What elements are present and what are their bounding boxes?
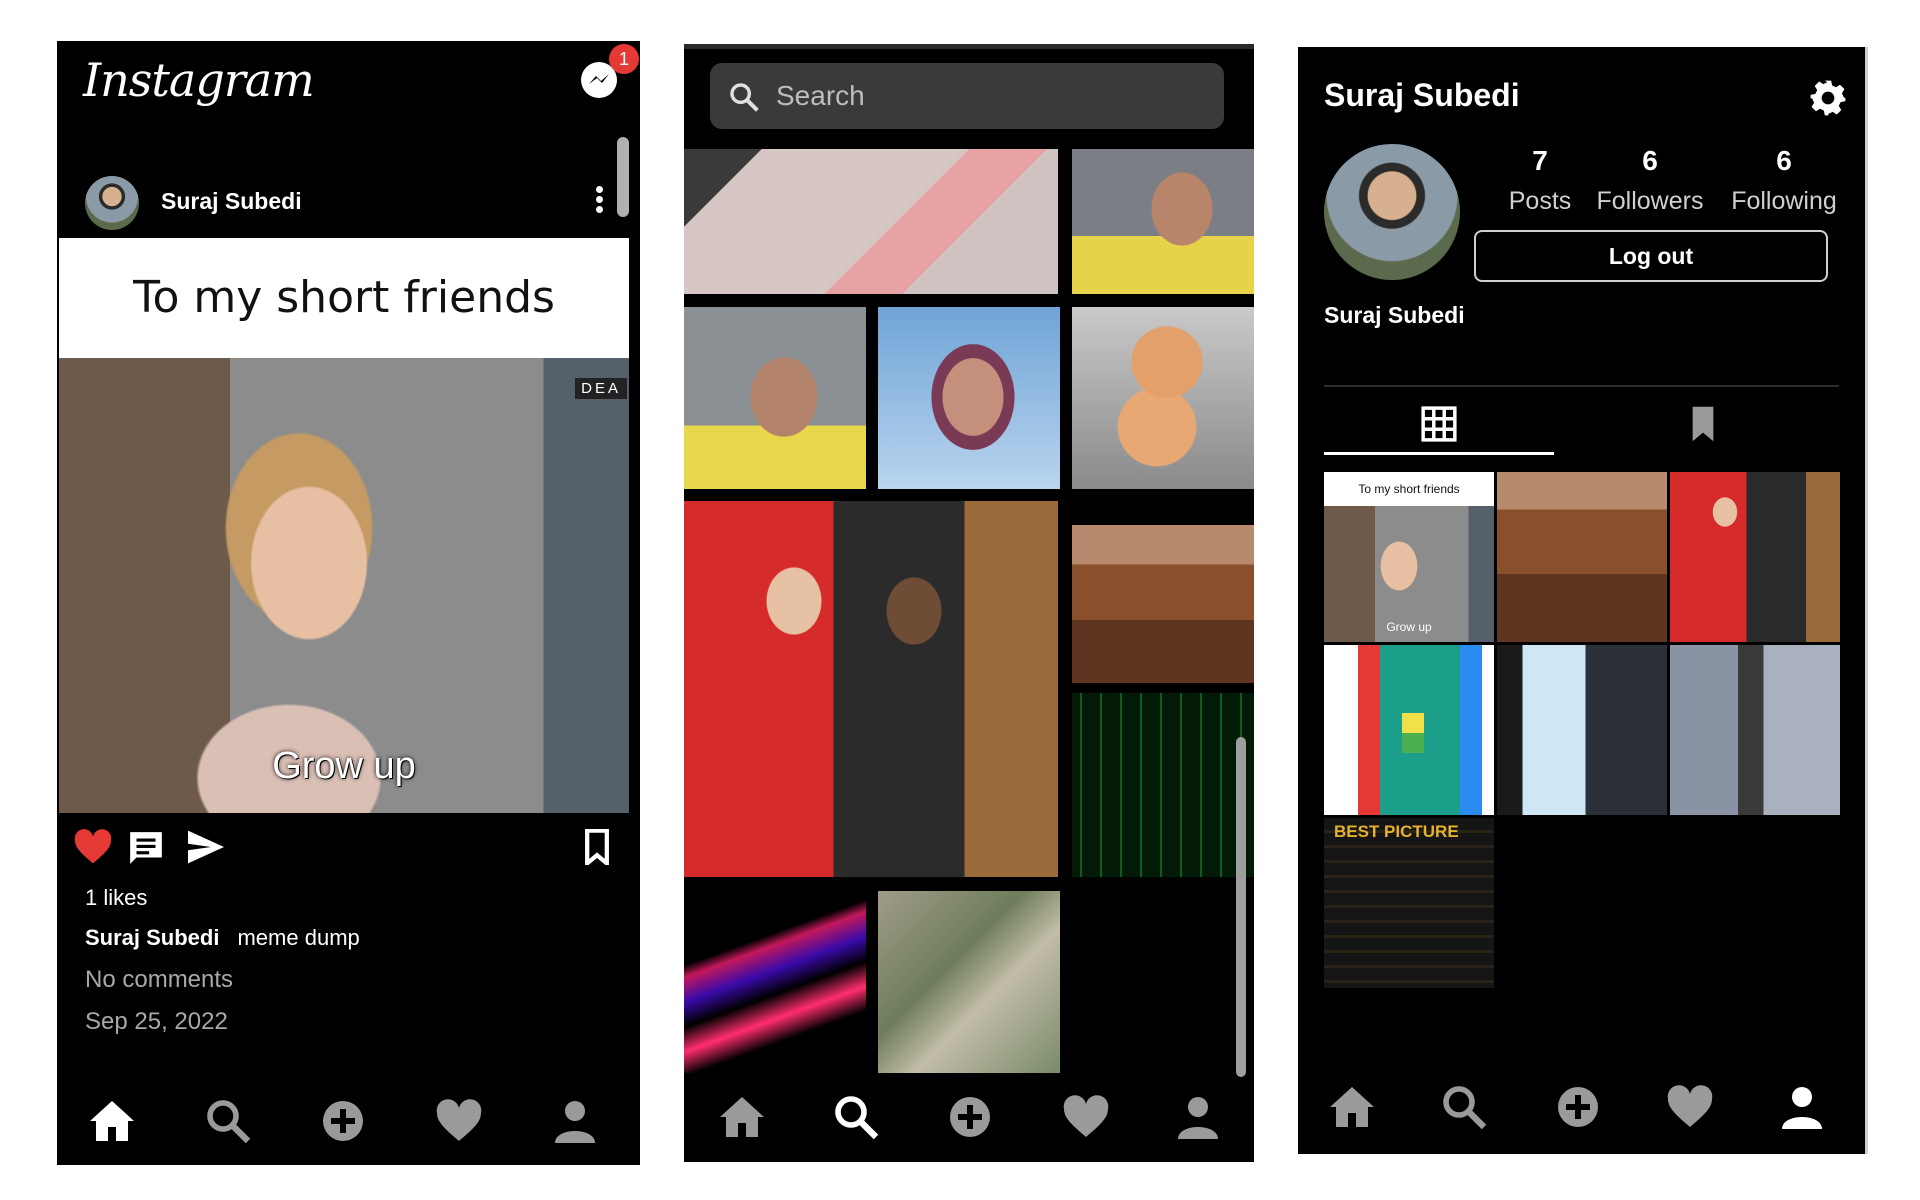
profile-icon[interactable] xyxy=(1174,1093,1222,1141)
logout-button[interactable]: Log out xyxy=(1474,230,1828,282)
profile-post-3[interactable] xyxy=(1670,472,1840,642)
profile-icon[interactable] xyxy=(1778,1083,1826,1131)
bottom-nav xyxy=(684,1085,1254,1145)
explore-tile-1[interactable] xyxy=(684,149,1058,294)
thumb-best-picture: BEST PICTURE xyxy=(1334,822,1459,841)
bookmark-icon xyxy=(1692,406,1714,442)
profile-post-7[interactable]: BEST PICTURE xyxy=(1324,818,1494,988)
feed-screen: Instagram 1 Suraj Subedi To my short fri… xyxy=(57,41,640,1165)
explore-tile-2[interactable] xyxy=(1072,149,1254,294)
search-icon[interactable] xyxy=(832,1093,880,1141)
more-options-icon[interactable] xyxy=(593,183,605,219)
caption-text: meme dump xyxy=(237,925,360,950)
scrollbar[interactable] xyxy=(1236,737,1246,1077)
stat-value: 6 xyxy=(1642,145,1658,176)
add-icon[interactable] xyxy=(319,1097,367,1145)
bottom-nav xyxy=(57,1089,640,1149)
tab-posts-grid[interactable] xyxy=(1324,397,1554,455)
heart-icon[interactable] xyxy=(1666,1083,1714,1131)
image-caption: Grow up xyxy=(272,745,416,787)
divider xyxy=(1324,385,1839,387)
instagram-logo[interactable]: Instagram xyxy=(83,53,315,107)
home-icon[interactable] xyxy=(1328,1083,1376,1131)
image-watermark: DEA xyxy=(575,378,627,399)
add-icon[interactable] xyxy=(946,1093,994,1141)
post-header: Suraj Subedi xyxy=(57,166,632,236)
stat-value: 7 xyxy=(1532,145,1548,176)
post-date: Sep 25, 2022 xyxy=(85,1008,228,1035)
search-icon[interactable] xyxy=(1440,1083,1488,1131)
share-icon[interactable] xyxy=(185,829,227,865)
stat-posts[interactable]: 7 Posts xyxy=(1480,145,1600,216)
profile-post-2[interactable] xyxy=(1497,472,1667,642)
post-actions xyxy=(57,823,632,873)
profile-username: Suraj Subedi xyxy=(1324,77,1520,113)
profile-post-5[interactable] xyxy=(1497,645,1667,815)
explore-tile-8[interactable] xyxy=(1072,693,1254,877)
search-icon[interactable] xyxy=(204,1097,252,1145)
profile-post-4[interactable] xyxy=(1324,645,1494,815)
profile-avatar[interactable] xyxy=(1324,144,1460,280)
profile-post-1[interactable]: To my short friends Grow up xyxy=(1324,472,1494,642)
avatar[interactable] xyxy=(85,176,139,230)
caption-author[interactable]: Suraj Subedi xyxy=(85,925,219,950)
comment-icon[interactable] xyxy=(127,829,165,867)
explore-tile-5[interactable] xyxy=(1072,307,1254,489)
explore-tile-9[interactable] xyxy=(684,891,866,1073)
stat-label: Following xyxy=(1731,187,1837,215)
thumb-image-text: Grow up xyxy=(1386,620,1432,634)
explore-tile-10[interactable] xyxy=(878,891,1060,1073)
explore-tile-7[interactable] xyxy=(1072,525,1254,683)
heart-icon[interactable] xyxy=(1062,1093,1110,1141)
search-input[interactable] xyxy=(776,75,1196,117)
grid-icon xyxy=(1421,406,1457,442)
notification-badge: 1 xyxy=(609,44,639,74)
stat-following[interactable]: 6 Following xyxy=(1724,145,1844,216)
stat-value: 6 xyxy=(1776,145,1792,176)
stat-label: Followers xyxy=(1596,187,1704,215)
explore-tile-6[interactable] xyxy=(684,501,1058,877)
search-icon xyxy=(730,83,759,112)
bookmark-icon[interactable] xyxy=(583,829,611,865)
post-caption-banner: To my short friends xyxy=(59,238,629,358)
explore-screen xyxy=(684,44,1254,1162)
profile-display-name: Suraj Subedi xyxy=(1324,302,1465,328)
tab-saved[interactable] xyxy=(1588,397,1818,455)
explore-tile-3[interactable] xyxy=(684,307,866,489)
profile-screen: Suraj Subedi 7 Posts 6 Followers 6 Follo… xyxy=(1298,47,1868,1154)
explore-tile-4[interactable] xyxy=(878,307,1060,489)
stat-label: Posts xyxy=(1508,187,1572,215)
thumb-caption: To my short friends xyxy=(1358,482,1460,496)
post-caption: Suraj Subedi meme dump xyxy=(85,925,360,951)
home-icon[interactable] xyxy=(88,1097,136,1145)
gear-icon[interactable] xyxy=(1809,79,1847,117)
profile-icon[interactable] xyxy=(551,1097,599,1145)
search-bar[interactable] xyxy=(710,63,1224,129)
likes-count[interactable]: 1 likes xyxy=(85,885,147,911)
post-author[interactable]: Suraj Subedi xyxy=(161,188,302,215)
home-icon[interactable] xyxy=(718,1093,766,1141)
comments-status[interactable]: No comments xyxy=(85,966,233,994)
bottom-nav xyxy=(1298,1075,1865,1135)
stat-followers[interactable]: 6 Followers xyxy=(1590,145,1710,216)
profile-post-6[interactable] xyxy=(1670,645,1840,815)
heart-icon[interactable] xyxy=(435,1097,483,1145)
like-heart-icon[interactable] xyxy=(73,829,113,865)
add-icon[interactable] xyxy=(1554,1083,1602,1131)
post-image[interactable]: DEA Grow up xyxy=(59,358,629,813)
thumb-square xyxy=(1402,713,1424,753)
